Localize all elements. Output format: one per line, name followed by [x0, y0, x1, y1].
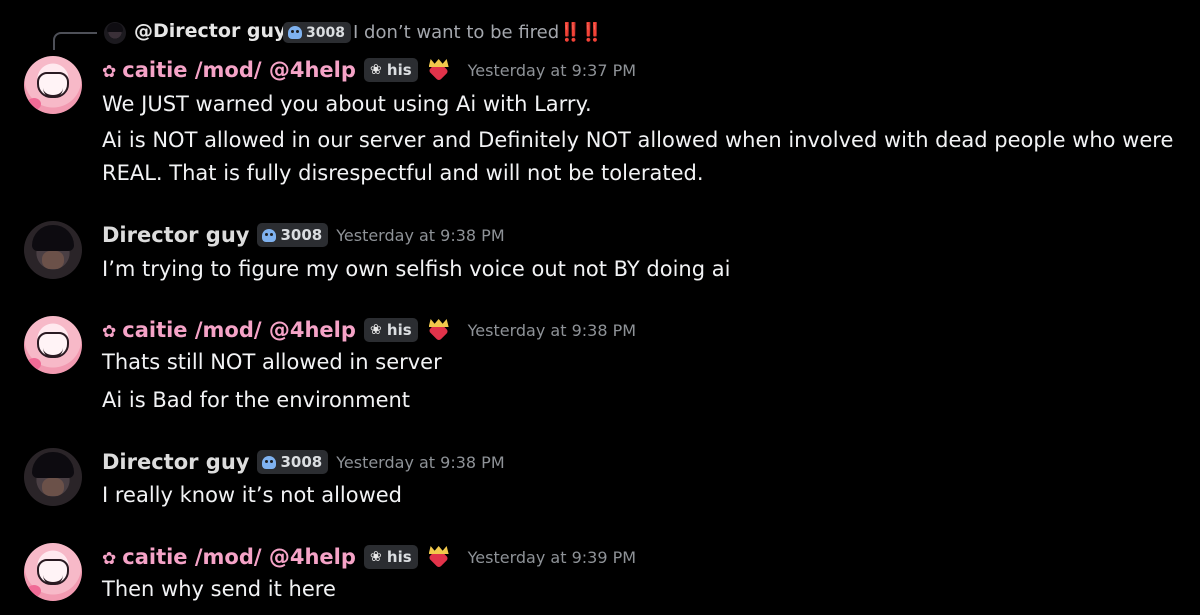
guild-tag-label: his — [386, 548, 412, 566]
message-header: Director guy 3008 Yesterday at 9:38 PM — [102, 221, 505, 249]
clover-icon: ✿ — [102, 62, 117, 82]
reply-text-body: I don’t want to be fired — [353, 22, 560, 43]
skull-icon — [288, 26, 302, 39]
avatar[interactable] — [24, 56, 82, 114]
skull-icon — [262, 455, 277, 469]
timestamp[interactable]: Yesterday at 9:38 PM — [468, 321, 636, 340]
reply-guild-tag[interactable]: 3008 — [283, 22, 351, 43]
avatar-flower — [27, 358, 41, 370]
avatar-hair — [107, 23, 123, 32]
author-name[interactable]: Director guy — [102, 450, 249, 474]
message-text: Ai is NOT allowed in our server and Defi… — [102, 128, 1174, 152]
guild-tag-label: 3008 — [280, 226, 323, 244]
timestamp[interactable]: Yesterday at 9:37 PM — [468, 61, 636, 80]
author-name[interactable]: ✿ caitie /mod/ @4help — [102, 318, 356, 342]
clover-icon: ✿ — [102, 549, 117, 569]
guild-tag-label: his — [386, 321, 412, 339]
role-icon[interactable] — [426, 59, 452, 82]
reply-spine — [53, 32, 97, 50]
crown-shape — [428, 319, 449, 327]
message-text: I’m trying to figure my own selfish voic… — [102, 257, 731, 281]
crown-shape — [428, 59, 449, 67]
guild-tag-label: 3008 — [306, 24, 345, 41]
timestamp[interactable]: Yesterday at 9:38 PM — [336, 226, 504, 245]
author-name-label: caitie /mod/ @4help — [122, 545, 356, 569]
reply-avatar[interactable] — [104, 22, 126, 44]
author-name[interactable]: Director guy — [102, 223, 249, 247]
avatar-flower — [27, 98, 41, 110]
author-name[interactable]: ✿ caitie /mod/ @4help — [102, 545, 356, 569]
avatar[interactable] — [24, 448, 82, 506]
guild-tag[interactable]: ❀ his — [363, 58, 418, 82]
guild-tag-label: his — [386, 61, 412, 79]
message-text: We JUST warned you about using Ai with L… — [102, 92, 592, 116]
avatar-flower — [27, 585, 41, 597]
flower-icon: ❀ — [370, 62, 382, 78]
skull-icon — [262, 228, 277, 242]
reply-emphasis: ‼️‼️ — [559, 22, 603, 43]
guild-tag-label: 3008 — [280, 453, 323, 471]
message-text: I really know it’s not allowed — [102, 483, 403, 507]
avatar-hand — [42, 478, 64, 496]
message-header: ✿ caitie /mod/ @4help ❀ his Yesterday at … — [102, 543, 636, 571]
author-name-label: caitie /mod/ @4help — [122, 318, 356, 342]
role-icon[interactable] — [426, 546, 452, 569]
message-header: Director guy 3008 Yesterday at 9:38 PM — [102, 448, 505, 476]
message-text: Thats still NOT allowed in server — [102, 350, 442, 374]
guild-tag[interactable]: ❀ his — [363, 318, 418, 342]
reply-message-text[interactable]: I don’t want to be fired‼️‼️ — [353, 22, 603, 43]
message-header: ✿ caitie /mod/ @4help ❀ his Yesterday at … — [102, 56, 636, 84]
guild-tag[interactable]: 3008 — [257, 450, 329, 474]
role-icon[interactable] — [426, 319, 452, 342]
avatar-hand — [42, 251, 64, 269]
clover-icon: ✿ — [102, 322, 117, 342]
reply-author-name[interactable]: @Director guy — [134, 20, 286, 42]
avatar[interactable] — [24, 543, 82, 601]
avatar[interactable] — [24, 221, 82, 279]
guild-tag[interactable]: 3008 — [283, 22, 351, 43]
guild-tag[interactable]: ❀ his — [363, 545, 418, 569]
message-text: REAL. That is fully disrespectful and wi… — [102, 161, 704, 185]
guild-tag[interactable]: 3008 — [257, 223, 329, 247]
avatar-hair — [32, 225, 74, 251]
flower-icon: ❀ — [370, 549, 382, 565]
timestamp[interactable]: Yesterday at 9:39 PM — [468, 548, 636, 567]
message-header: ✿ caitie /mod/ @4help ❀ his Yesterday at … — [102, 316, 636, 344]
crown-shape — [428, 546, 449, 554]
avatar[interactable] — [24, 316, 82, 374]
message-text: Ai is Bad for the environment — [102, 388, 411, 412]
reply-preview[interactable]: @Director guy 3008 I don’t want to be fi… — [0, 18, 1200, 50]
flower-icon: ❀ — [370, 322, 382, 338]
author-name[interactable]: ✿ caitie /mod/ @4help — [102, 58, 356, 82]
avatar-hair — [32, 452, 74, 478]
timestamp[interactable]: Yesterday at 9:38 PM — [336, 453, 504, 472]
message-text: Then why send it here — [102, 577, 336, 601]
author-name-label: caitie /mod/ @4help — [122, 58, 356, 82]
